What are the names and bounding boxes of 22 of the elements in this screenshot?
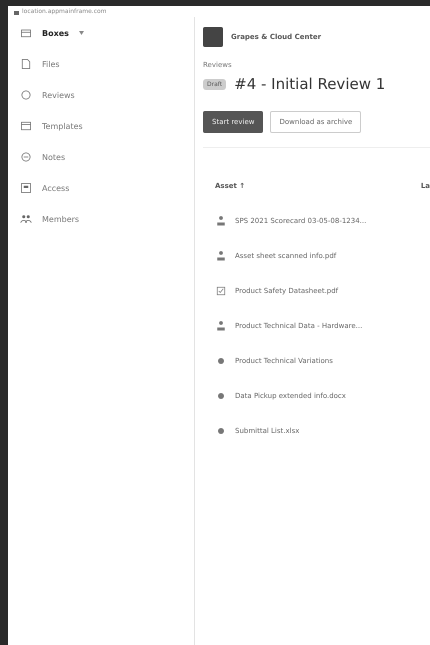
workspace-switcher[interactable]: Boxes — [16, 25, 186, 41]
person-icon — [215, 214, 227, 226]
caret-icon — [78, 31, 84, 35]
panel-icon — [20, 182, 32, 194]
box-icon — [20, 27, 32, 39]
sidebar-item[interactable]: Members — [16, 211, 186, 227]
sidebar-item[interactable]: Notes — [16, 149, 186, 165]
window-icon — [20, 120, 32, 132]
circle-icon — [20, 89, 32, 101]
file-icon — [20, 58, 32, 70]
sidebar-item[interactable]: Templates — [16, 118, 186, 134]
review-title: #4 - Initial Review 1 — [234, 75, 386, 93]
sidebar-item[interactable]: Reviews — [16, 87, 186, 103]
checkbox-icon — [215, 284, 227, 296]
sidebar-item[interactable]: Access — [16, 180, 186, 196]
sidebar-item[interactable]: Files — [16, 56, 186, 72]
person-icon — [215, 320, 227, 332]
people-icon — [20, 213, 32, 225]
lock-icon — [14, 8, 19, 14]
person-icon — [215, 250, 227, 262]
org-logo — [203, 27, 223, 47]
circle-icon — [20, 151, 32, 163]
